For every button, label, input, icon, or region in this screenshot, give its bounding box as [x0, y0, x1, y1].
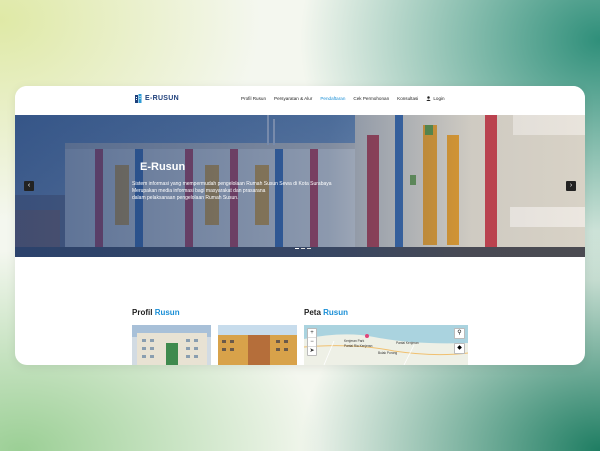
nav-links: Profil Rusun Persyaratan & Alur Pendafta… [241, 96, 445, 101]
map-label: Kenjeran Park [344, 339, 365, 343]
map-label: Pantai Ria Kenjeran [344, 344, 373, 348]
peta-heading-text: Peta [304, 308, 321, 317]
slider-prev-button[interactable]: ‹ [24, 181, 34, 191]
hero-title: E-Rusun [140, 161, 186, 173]
map-label: Pantai Kenjeran [396, 341, 419, 345]
navbar: E-RUSUN Profil Rusun Persyaratan & Alur … [15, 86, 585, 115]
zoom-out-button[interactable]: − [308, 338, 316, 347]
zoom-in-button[interactable]: + [308, 329, 316, 338]
rusun-card-2-image[interactable] [218, 325, 297, 365]
peta-rusun-heading: Peta Rusun [304, 308, 348, 317]
map-search-button[interactable]: ⚲ [454, 328, 465, 339]
hero-description-line: Merupakan media informasi bagi masyaraka… [132, 188, 266, 194]
slider-indicators [295, 248, 311, 249]
chevron-right-icon: › [569, 182, 573, 189]
hero-slider: E-Rusun Sistem informasi yang mempermuda… [15, 115, 585, 257]
search-icon: ⚲ [457, 330, 462, 336]
logo-text: E-RUSUN [145, 95, 179, 102]
locate-button[interactable]: ➤ [308, 347, 316, 355]
profil-heading-text: Profil [132, 308, 153, 317]
user-icon [426, 96, 432, 101]
nav-item-persyaratan-alur[interactable]: Persyaratan & Alur [274, 96, 312, 101]
browser-card: E-RUSUN Profil Rusun Persyaratan & Alur … [15, 86, 585, 365]
profil-rusun-heading: Profil Rusun [132, 308, 180, 317]
map-tiles [304, 334, 468, 365]
building-logo-icon [135, 94, 142, 103]
peta-heading-highlight: Rusun [323, 308, 349, 317]
nav-item-cek-permohonan[interactable]: Cek Permohonan [353, 96, 389, 101]
slider-dot[interactable] [301, 248, 305, 249]
map-label: Bulak Porong [378, 351, 398, 355]
rusun-card-1-image[interactable] [132, 325, 211, 365]
nav-item-pendaftaran[interactable]: Pendaftaran [320, 96, 345, 101]
login-link[interactable]: Login [426, 96, 445, 101]
profil-heading-highlight: Rusun [154, 308, 180, 317]
logo[interactable]: E-RUSUN [135, 94, 179, 103]
slider-dot[interactable] [295, 248, 299, 249]
navigation-arrow-icon: ➤ [309, 348, 315, 354]
map-zoom-control: + − ➤ [307, 328, 317, 356]
hero-description-line: Sistem informasi yang mempermudah pengel… [132, 181, 332, 187]
slider-next-button[interactable]: › [566, 181, 576, 191]
nav-item-konsultasi[interactable]: Konsultasi [397, 96, 418, 101]
hero-description: Sistem informasi yang mempermudah pengel… [132, 181, 392, 202]
nav-item-profil-rusun[interactable]: Profil Rusun [241, 96, 266, 101]
slider-dot[interactable] [307, 248, 311, 249]
chevron-left-icon: ‹ [27, 182, 31, 189]
map-layers-button[interactable]: ◆ [454, 343, 465, 354]
rusun-map[interactable]: Kenjeran Park Pantai Ria Kenjeran Pantai… [304, 325, 468, 365]
hero-description-line: dalam pelaksanaan pengelolaan Rumah Susu… [132, 195, 239, 201]
login-label: Login [433, 96, 445, 101]
layers-icon: ◆ [457, 345, 462, 351]
